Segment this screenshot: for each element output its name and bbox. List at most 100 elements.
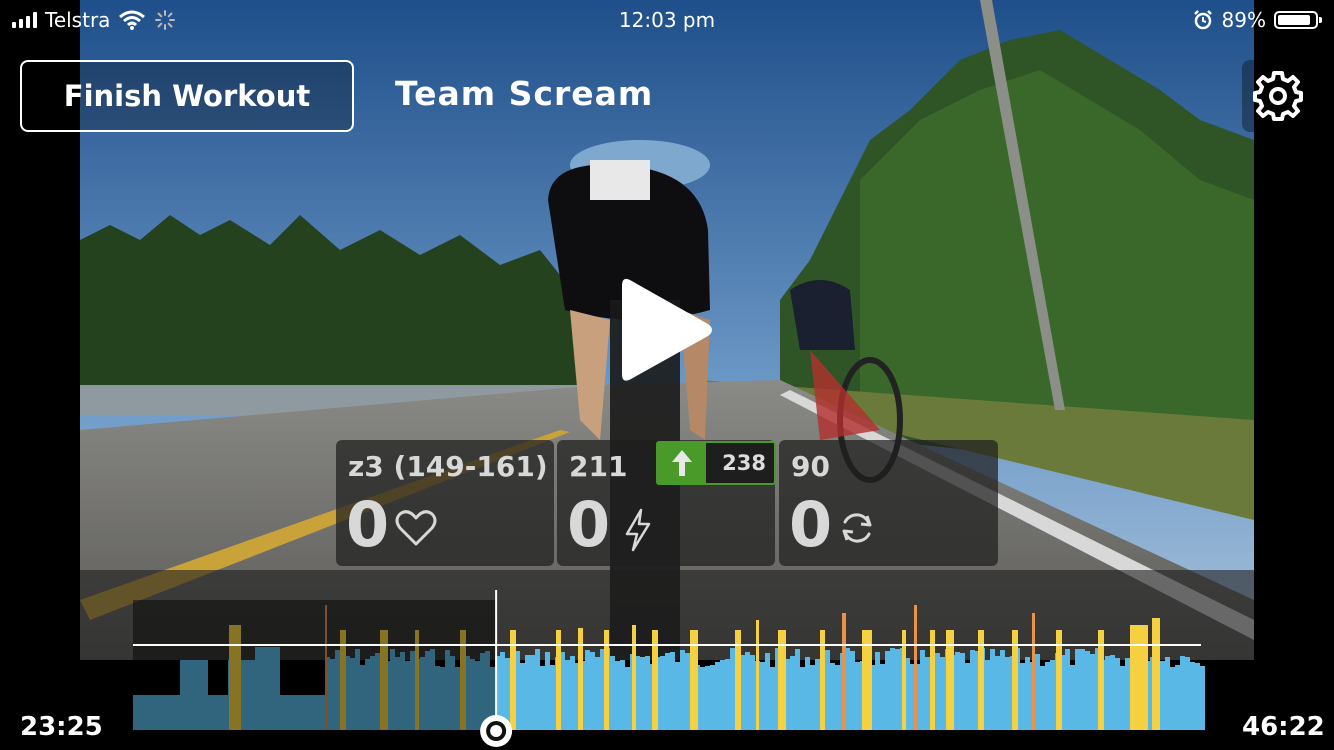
lightning-icon <box>625 508 651 552</box>
profile-block <box>570 656 575 730</box>
status-bar: Telstra 12:03 pm 89% <box>0 0 1334 40</box>
profile-interval <box>1130 625 1148 730</box>
power-target: 211 <box>569 450 628 483</box>
total-time: 46:22 <box>1242 712 1325 742</box>
status-right: 89% <box>1192 8 1322 32</box>
profile-block <box>725 659 730 730</box>
profile-block <box>925 657 930 730</box>
profile-block <box>990 649 995 730</box>
profile-block <box>1105 656 1110 730</box>
completed-overlay <box>133 600 497 730</box>
heart-rate-value: 0 <box>346 488 390 561</box>
profile-block <box>685 653 690 730</box>
profile-block <box>890 648 895 730</box>
workout-title: Team Scream <box>395 74 654 113</box>
profile-interval <box>1032 613 1035 730</box>
profile-interval <box>914 605 917 730</box>
profile-block <box>675 662 680 730</box>
profile-block <box>880 664 885 730</box>
profile-block <box>875 652 880 730</box>
profile-block <box>955 652 960 730</box>
profile-block <box>970 650 975 730</box>
profile-interval <box>1152 618 1160 730</box>
profile-block <box>640 657 645 730</box>
profile-block <box>805 657 810 730</box>
profile-block <box>520 663 525 730</box>
profile-block <box>710 665 715 730</box>
settings-button[interactable] <box>1242 60 1314 132</box>
profile-block <box>590 652 595 730</box>
profile-block <box>620 660 625 730</box>
profile-block <box>835 665 840 730</box>
profile-block <box>730 648 735 730</box>
profile-interval <box>756 620 759 730</box>
profile-block <box>815 659 820 730</box>
profile-block <box>1065 649 1070 730</box>
profile-block <box>1085 651 1090 730</box>
profile-interval <box>632 625 636 730</box>
profile-block <box>625 667 630 730</box>
profile-block <box>1000 650 1005 730</box>
heart-icon <box>395 510 437 546</box>
profile-block <box>1025 657 1030 730</box>
workout-profile[interactable] <box>0 580 1334 750</box>
profile-block <box>525 655 530 730</box>
profile-block <box>545 652 550 730</box>
profile-block <box>745 652 750 730</box>
profile-block <box>660 656 665 730</box>
play-icon <box>622 278 712 381</box>
battery-percent: 89% <box>1221 8 1266 32</box>
profile-block <box>1120 666 1125 730</box>
profile-block <box>995 656 1000 730</box>
profile-block <box>700 667 705 730</box>
profile-block <box>895 649 900 730</box>
profile-block <box>935 653 940 730</box>
profile-block <box>825 650 830 730</box>
profile-block <box>940 657 945 730</box>
profile-block <box>985 660 990 730</box>
profile-block <box>965 663 970 730</box>
profile-block <box>595 657 600 730</box>
profile-block <box>550 665 555 730</box>
play-button[interactable] <box>600 270 730 390</box>
profile-block <box>715 662 720 730</box>
profile-block <box>1080 649 1085 730</box>
ftp-value: 238 <box>722 451 766 475</box>
profile-block <box>1160 695 1201 730</box>
profile-interval <box>578 628 583 730</box>
profile-block <box>770 667 775 730</box>
finish-workout-button[interactable]: Finish Workout <box>20 60 354 132</box>
power-value: 0 <box>567 488 611 561</box>
profile-block <box>960 653 965 730</box>
profile-block <box>680 650 685 730</box>
status-time: 12:03 pm <box>618 8 716 32</box>
profile-block <box>850 651 855 730</box>
profile-block <box>565 660 570 730</box>
profile-block <box>1005 657 1010 730</box>
profile-block <box>885 651 890 730</box>
profile-block <box>645 656 650 730</box>
profile-block <box>790 656 795 730</box>
profile-block <box>800 667 805 730</box>
profile-block <box>760 662 765 730</box>
profile-block <box>1090 654 1095 730</box>
cadence-panel: 90 0 <box>779 440 998 566</box>
ftp-badge: 238 <box>656 441 776 485</box>
profile-block <box>670 652 675 730</box>
profile-interval <box>842 613 846 730</box>
heart-rate-target: z3 (149-161) <box>348 450 548 483</box>
profile-block <box>1040 666 1045 730</box>
profile-block <box>810 665 815 730</box>
refresh-icon <box>842 513 872 543</box>
arrow-up-icon <box>658 443 706 483</box>
profile-block <box>1020 663 1025 730</box>
profile-block <box>1110 655 1115 730</box>
profile-block <box>1045 662 1050 730</box>
scrubber-handle[interactable] <box>480 715 513 747</box>
gear-icon <box>1253 71 1303 121</box>
profile-block <box>750 655 755 730</box>
profile-block <box>665 653 670 730</box>
profile-block <box>920 650 925 730</box>
alarm-icon <box>1193 10 1212 30</box>
profile-block <box>610 656 615 730</box>
